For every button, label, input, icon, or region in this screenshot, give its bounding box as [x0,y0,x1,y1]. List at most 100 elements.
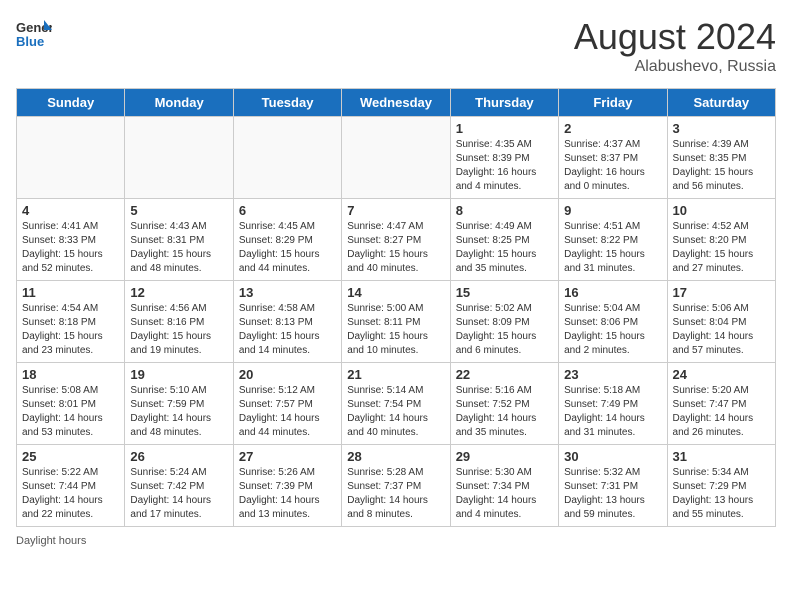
day-info: Sunrise: 4:37 AMSunset: 8:37 PMDaylight:… [564,138,661,194]
day-of-week-header: Friday [559,89,667,117]
day-number: 16 [564,285,661,300]
day-info: Sunrise: 4:52 AMSunset: 8:20 PMDaylight:… [673,220,770,276]
svg-text:Blue: Blue [16,34,44,49]
page-header: General Blue August 2024 Alabushevo, Rus… [16,16,776,76]
day-of-week-header: Thursday [450,89,558,117]
day-number: 8 [456,203,553,218]
day-number: 3 [673,121,770,136]
day-number: 26 [130,449,227,464]
calendar-cell: 17Sunrise: 5:06 AMSunset: 8:04 PMDayligh… [667,281,775,363]
calendar-cell: 8 Sunrise: 4:49 AMSunset: 8:25 PMDaylight… [450,199,558,281]
calendar-cell: 30Sunrise: 5:32 AMSunset: 7:31 PMDayligh… [559,445,667,527]
day-info: Sunrise: 5:18 AMSunset: 7:49 PMDaylight:… [564,384,661,440]
location: Alabushevo, Russia [574,58,776,76]
day-info: Sunrise: 5:10 AMSunset: 7:59 PMDaylight:… [130,384,227,440]
calendar-cell: 6 Sunrise: 4:45 AMSunset: 8:29 PMDaylight… [233,199,341,281]
day-number: 4 [22,203,119,218]
calendar-cell: 5 Sunrise: 4:43 AMSunset: 8:31 PMDaylight… [125,199,233,281]
day-info: Sunrise: 4:41 AMSunset: 8:33 PMDaylight:… [22,220,119,276]
day-number: 15 [456,285,553,300]
day-info: Sunrise: 4:54 AMSunset: 8:18 PMDaylight:… [22,302,119,358]
calendar-cell [125,117,233,199]
day-info: Sunrise: 5:20 AMSunset: 7:47 PMDaylight:… [673,384,770,440]
calendar-cell: 22 Sunrise: 5:16 AMSunset: 7:52 PMDayligh… [450,363,558,445]
day-number: 20 [239,367,336,382]
calendar-cell: 11 Sunrise: 4:54 AMSunset: 8:18 PMDayligh… [17,281,125,363]
day-number: 6 [239,203,336,218]
day-info: Sunrise: 5:02 AMSunset: 8:09 PMDaylight:… [456,302,553,358]
day-number: 28 [347,449,444,464]
day-number: 12 [130,285,227,300]
day-of-week-header: Saturday [667,89,775,117]
day-number: 5 [130,203,227,218]
calendar-table: SundayMondayTuesdayWednesdayThursdayFrid… [16,88,776,527]
day-info: Sunrise: 4:49 AMSunset: 8:25 PMDaylight:… [456,220,553,276]
calendar-cell: 15 Sunrise: 5:02 AMSunset: 8:09 PMDayligh… [450,281,558,363]
calendar-cell: 16 Sunrise: 5:04 AMSunset: 8:06 PMDayligh… [559,281,667,363]
footer: Daylight hours [16,535,776,547]
calendar-cell: 19 Sunrise: 5:10 AMSunset: 7:59 PMDayligh… [125,363,233,445]
day-info: Sunrise: 5:16 AMSunset: 7:52 PMDaylight:… [456,384,553,440]
day-number: 24 [673,367,770,382]
day-of-week-header: Wednesday [342,89,450,117]
day-number: 21 [347,367,444,382]
day-info: Sunrise: 4:58 AMSunset: 8:13 PMDaylight:… [239,302,336,358]
day-number: 18 [22,367,119,382]
day-number: 22 [456,367,553,382]
logo-icon: General Blue [16,16,52,57]
daylight-label: Daylight hours [16,535,86,547]
day-info: Sunrise: 5:08 AMSunset: 8:01 PMDaylight:… [22,384,119,440]
day-info: Sunrise: 5:14 AMSunset: 7:54 PMDaylight:… [347,384,444,440]
calendar-cell: 24 Sunrise: 5:20 AMSunset: 7:47 PMDayligh… [667,363,775,445]
calendar-cell: 31Sunrise: 5:34 AMSunset: 7:29 PMDayligh… [667,445,775,527]
calendar-cell [342,117,450,199]
calendar-cell: 27Sunrise: 5:26 AMSunset: 7:39 PMDayligh… [233,445,341,527]
calendar-cell [17,117,125,199]
calendar-cell: 25Sunrise: 5:22 AMSunset: 7:44 PMDayligh… [17,445,125,527]
day-number: 10 [673,203,770,218]
day-number: 9 [564,203,661,218]
calendar-cell: 3 Sunrise: 4:39 AMSunset: 8:35 PMDaylight… [667,117,775,199]
day-info: Sunrise: 5:30 AMSunset: 7:34 PMDaylight:… [456,466,553,522]
calendar-cell: 28 Sunrise: 5:28 AMSunset: 7:37 PMDayligh… [342,445,450,527]
month-year: August 2024 [574,16,776,58]
day-info: Sunrise: 4:45 AMSunset: 8:29 PMDaylight:… [239,220,336,276]
day-info: Sunrise: 5:32 AMSunset: 7:31 PMDaylight:… [564,466,661,522]
day-of-week-header: Sunday [17,89,125,117]
day-info: Sunrise: 5:28 AMSunset: 7:37 PMDaylight:… [347,466,444,522]
day-info: Sunrise: 5:24 AMSunset: 7:42 PMDaylight:… [130,466,227,522]
day-number: 23 [564,367,661,382]
day-info: Sunrise: 4:43 AMSunset: 8:31 PMDaylight:… [130,220,227,276]
day-number: 29 [456,449,553,464]
day-info: Sunrise: 5:12 AMSunset: 7:57 PMDaylight:… [239,384,336,440]
calendar-cell: 23 Sunrise: 5:18 AMSunset: 7:49 PMDayligh… [559,363,667,445]
day-of-week-header: Tuesday [233,89,341,117]
calendar-cell: 14Sunrise: 5:00 AMSunset: 8:11 PMDayligh… [342,281,450,363]
calendar-cell [233,117,341,199]
day-info: Sunrise: 5:26 AMSunset: 7:39 PMDaylight:… [239,466,336,522]
day-number: 19 [130,367,227,382]
day-info: Sunrise: 4:39 AMSunset: 8:35 PMDaylight:… [673,138,770,194]
calendar-cell: 26 Sunrise: 5:24 AMSunset: 7:42 PMDayligh… [125,445,233,527]
calendar-cell: 2 Sunrise: 4:37 AMSunset: 8:37 PMDaylight… [559,117,667,199]
calendar-cell: 1Sunrise: 4:35 AMSunset: 8:39 PMDaylight… [450,117,558,199]
day-number: 14 [347,285,444,300]
day-number: 13 [239,285,336,300]
calendar-cell: 12Sunrise: 4:56 AMSunset: 8:16 PMDayligh… [125,281,233,363]
calendar-cell: 21 Sunrise: 5:14 AMSunset: 7:54 PMDayligh… [342,363,450,445]
logo: General Blue [16,16,52,57]
day-number: 11 [22,285,119,300]
day-number: 1 [456,121,553,136]
calendar-cell: 10 Sunrise: 4:52 AMSunset: 8:20 PMDayligh… [667,199,775,281]
title-block: August 2024 Alabushevo, Russia [574,16,776,76]
calendar-cell: 4 Sunrise: 4:41 AMSunset: 8:33 PMDaylight… [17,199,125,281]
calendar-cell: 7Sunrise: 4:47 AMSunset: 8:27 PMDaylight… [342,199,450,281]
calendar-cell: 13 Sunrise: 4:58 AMSunset: 8:13 PMDayligh… [233,281,341,363]
day-info: Sunrise: 5:22 AMSunset: 7:44 PMDaylight:… [22,466,119,522]
day-number: 2 [564,121,661,136]
calendar-cell: 18 Sunrise: 5:08 AMSunset: 8:01 PMDayligh… [17,363,125,445]
calendar-cell: 29 Sunrise: 5:30 AMSunset: 7:34 PMDayligh… [450,445,558,527]
day-info: Sunrise: 5:04 AMSunset: 8:06 PMDaylight:… [564,302,661,358]
calendar-cell: 9Sunrise: 4:51 AMSunset: 8:22 PMDaylight… [559,199,667,281]
day-info: Sunrise: 5:34 AMSunset: 7:29 PMDaylight:… [673,466,770,522]
